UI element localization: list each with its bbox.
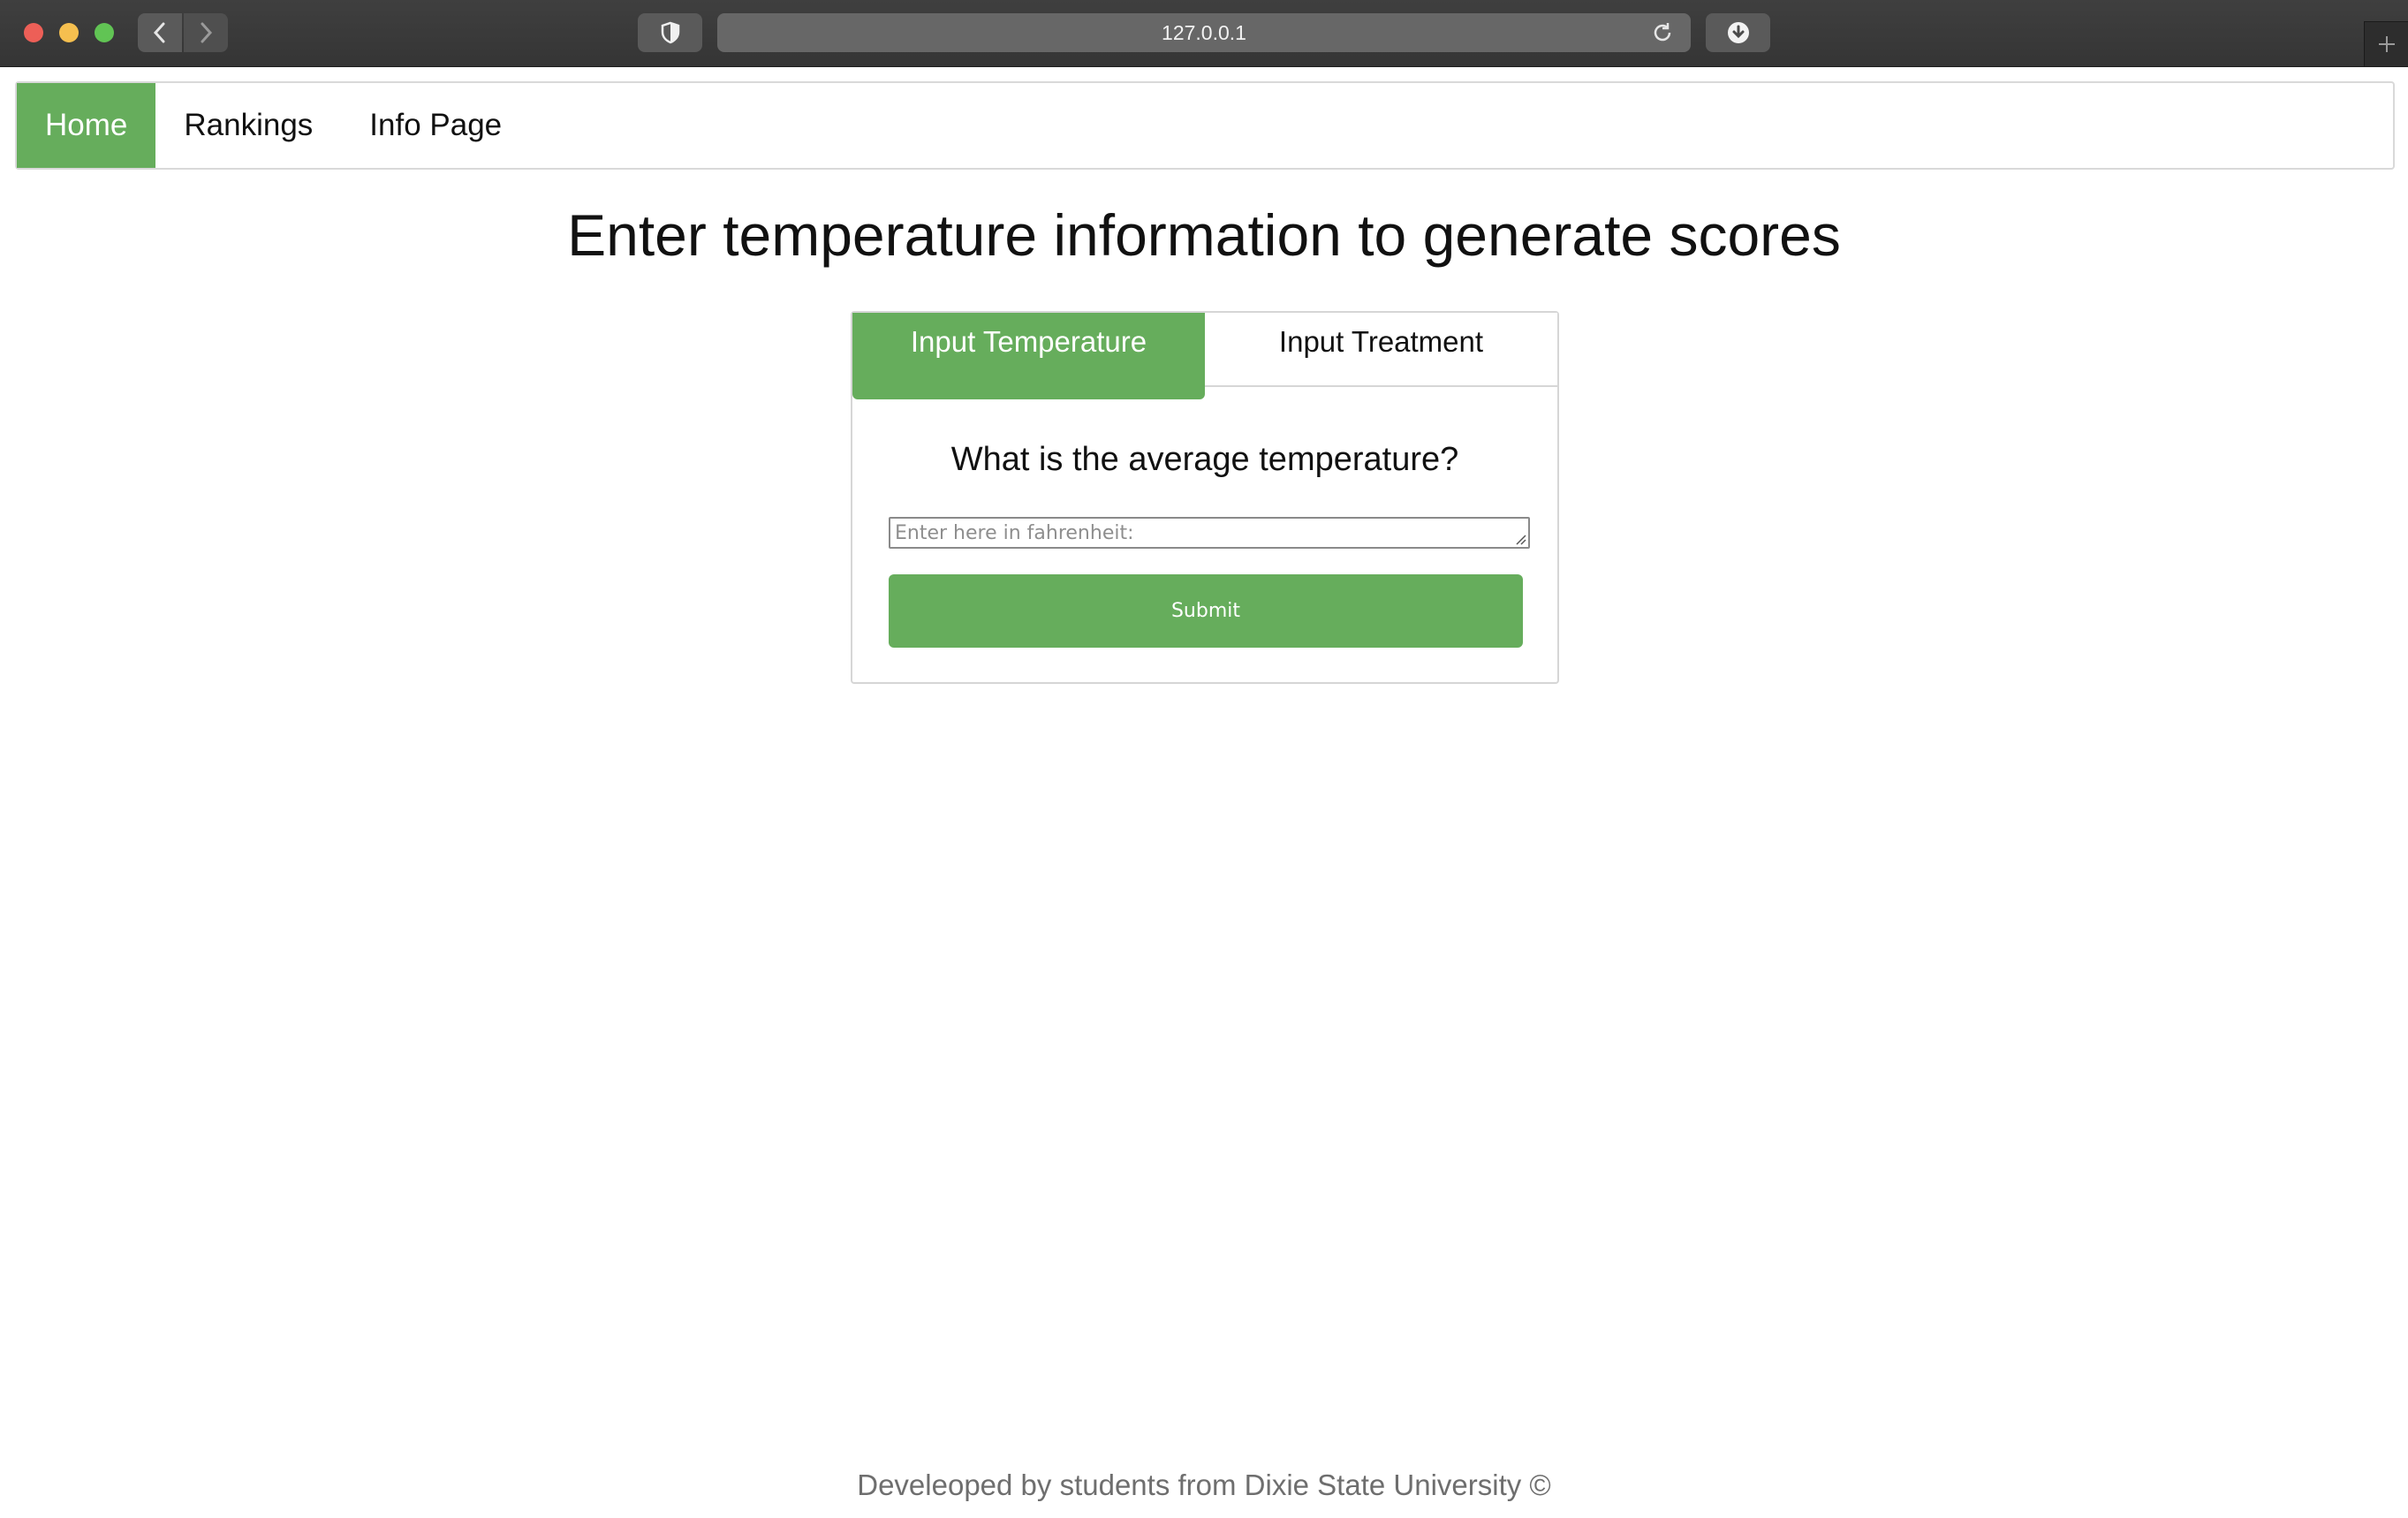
browser-titlebar: 127.0.0.1 xyxy=(0,0,2408,67)
nav-home-link[interactable]: Home xyxy=(17,83,156,168)
shield-icon xyxy=(661,21,679,44)
chevron-right-icon xyxy=(201,22,213,43)
downloads-button[interactable] xyxy=(1706,13,1770,52)
zoom-window-button[interactable] xyxy=(95,23,114,42)
tab-input-treatment[interactable]: Input Treatment xyxy=(1205,313,1557,385)
reload-button[interactable] xyxy=(1650,20,1675,45)
address-bar[interactable]: 127.0.0.1 xyxy=(717,13,1691,52)
url-text: 127.0.0.1 xyxy=(1162,20,1246,44)
chevron-left-icon xyxy=(153,22,165,43)
page-title: Enter temperature information to generat… xyxy=(567,202,1841,268)
close-window-button[interactable] xyxy=(24,23,43,42)
privacy-report-button[interactable] xyxy=(638,13,702,52)
temperature-question: What is the average temperature? xyxy=(950,441,1459,478)
input-card: Input Treatment Input Temperature What i… xyxy=(851,311,1559,684)
input-tabs: Input Treatment Input Temperature xyxy=(852,313,1557,399)
tab-input-temperature[interactable]: Input Temperature xyxy=(852,313,1205,399)
forward-button[interactable] xyxy=(184,13,228,52)
plus-icon xyxy=(2379,36,2395,52)
reload-icon xyxy=(1654,23,1671,42)
nav-info-page-link[interactable]: Info Page xyxy=(341,83,530,168)
main-navbar: Home Rankings Info Page xyxy=(15,81,2395,170)
temperature-input[interactable] xyxy=(889,517,1530,549)
minimize-window-button[interactable] xyxy=(59,23,79,42)
back-button[interactable] xyxy=(138,13,182,52)
submit-button[interactable]: Submit xyxy=(889,574,1523,648)
nav-rankings-link[interactable]: Rankings xyxy=(155,83,341,168)
new-tab-button[interactable] xyxy=(2364,21,2408,66)
download-icon xyxy=(1727,22,1749,43)
resize-grip-icon[interactable] xyxy=(1514,533,1526,545)
footer-credit: Develeoped by students from Dixie State … xyxy=(857,1469,1551,1501)
